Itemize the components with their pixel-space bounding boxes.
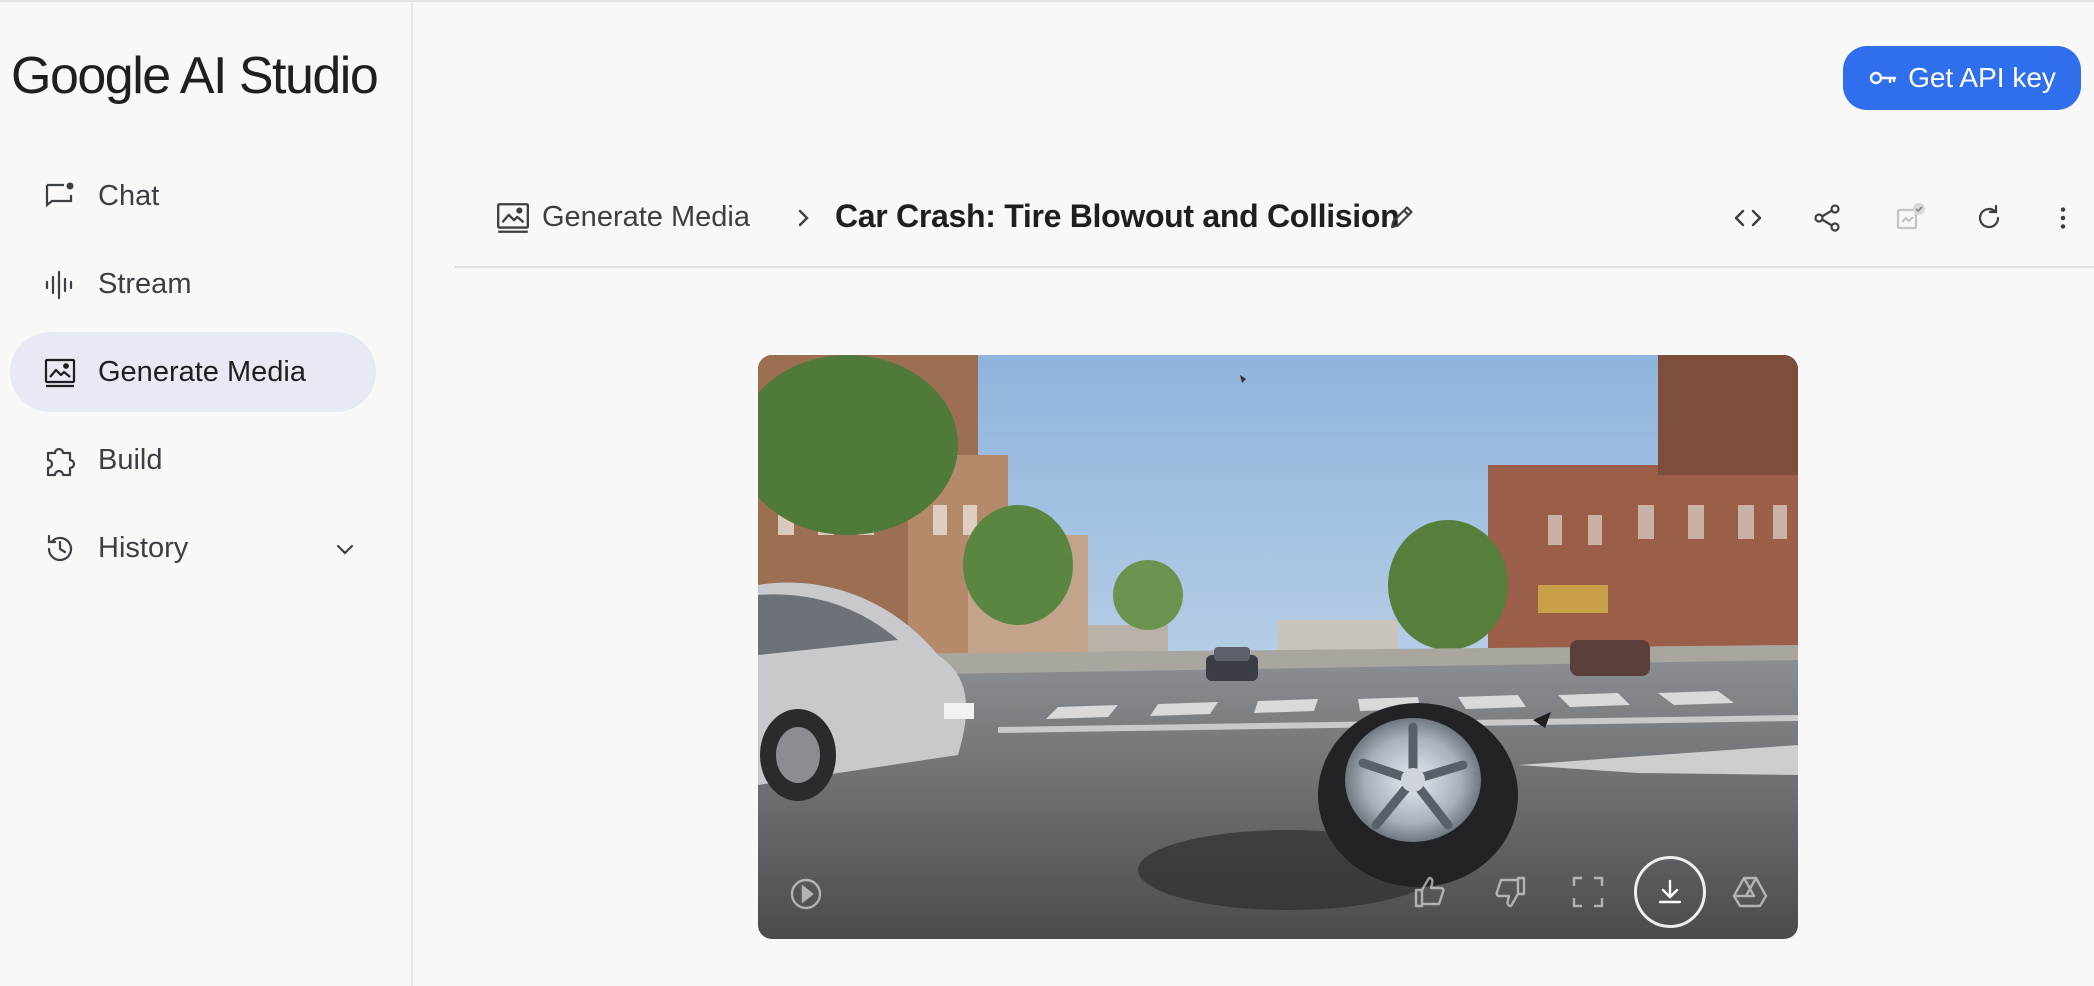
play-button[interactable] xyxy=(784,872,828,916)
sidebar-item-label: History xyxy=(98,531,189,564)
sidebar-item-label: Stream xyxy=(98,267,192,300)
sidebar-item-generate-media[interactable]: Generate Media xyxy=(10,332,376,412)
app-root: Google AI Studio Chat Stream Generate Me… xyxy=(0,0,2094,986)
app-logo[interactable]: Google AI Studio xyxy=(11,46,379,106)
more-options-button[interactable] xyxy=(2048,198,2078,238)
chevron-right-icon xyxy=(798,209,809,227)
fullscreen-icon xyxy=(1572,876,1604,908)
image-icon xyxy=(44,358,76,388)
history-icon xyxy=(47,534,73,562)
code-icon xyxy=(1734,209,1762,227)
generated-video-player[interactable] xyxy=(758,355,1798,939)
drive-icon xyxy=(1732,876,1768,908)
play-icon xyxy=(790,878,822,910)
share-icon xyxy=(1814,204,1840,232)
video-frame xyxy=(758,355,1798,939)
compare-button[interactable] xyxy=(1890,198,1930,238)
sidebar-item-history[interactable]: History xyxy=(10,508,376,588)
sidebar-nav: Chat Stream Generate Media Build History xyxy=(10,156,376,596)
edit-pencil-icon[interactable] xyxy=(1387,202,1417,232)
sidebar-item-chat[interactable]: Chat xyxy=(10,156,376,236)
waveform-icon xyxy=(45,270,73,300)
page-title: Car Crash: Tire Blowout and Collision xyxy=(835,198,1400,234)
save-to-drive-button[interactable] xyxy=(1728,870,1772,914)
refresh-button[interactable] xyxy=(1969,198,2009,238)
get-api-key-label: Get API key xyxy=(1908,62,2056,93)
get-api-key-button[interactable]: Get API key xyxy=(1843,46,2081,110)
breadcrumb-generate-media[interactable]: Generate Media xyxy=(542,201,750,234)
sidebar-item-label: Generate Media xyxy=(98,355,306,388)
page-header: Generate Media Car Crash: Tire Blowout a… xyxy=(455,180,2094,268)
key-icon xyxy=(1869,71,1897,85)
share-button[interactable] xyxy=(1807,198,1847,238)
thumb-down-icon xyxy=(1495,876,1526,908)
puzzle-icon xyxy=(46,447,76,477)
fullscreen-button[interactable] xyxy=(1566,870,1610,914)
chevron-down-icon[interactable] xyxy=(332,536,358,562)
code-button[interactable] xyxy=(1728,198,1768,238)
image-icon xyxy=(497,203,529,233)
thumb-up-button[interactable] xyxy=(1408,870,1452,914)
compare-icon xyxy=(1896,203,1925,230)
download-button[interactable] xyxy=(1634,856,1706,928)
sidebar-item-stream[interactable]: Stream xyxy=(10,244,376,324)
sidebar-item-label: Build xyxy=(98,443,163,476)
sidebar-item-build[interactable]: Build xyxy=(10,420,376,500)
refresh-icon xyxy=(1978,204,2000,229)
sidebar: Google AI Studio Chat Stream Generate Me… xyxy=(0,2,413,986)
thumb-up-icon xyxy=(1414,876,1445,908)
sidebar-item-label: Chat xyxy=(98,179,160,212)
thumb-down-button[interactable] xyxy=(1488,870,1532,914)
chat-icon xyxy=(45,182,74,208)
more-vert-icon xyxy=(2060,207,2066,229)
download-icon xyxy=(1658,879,1682,904)
